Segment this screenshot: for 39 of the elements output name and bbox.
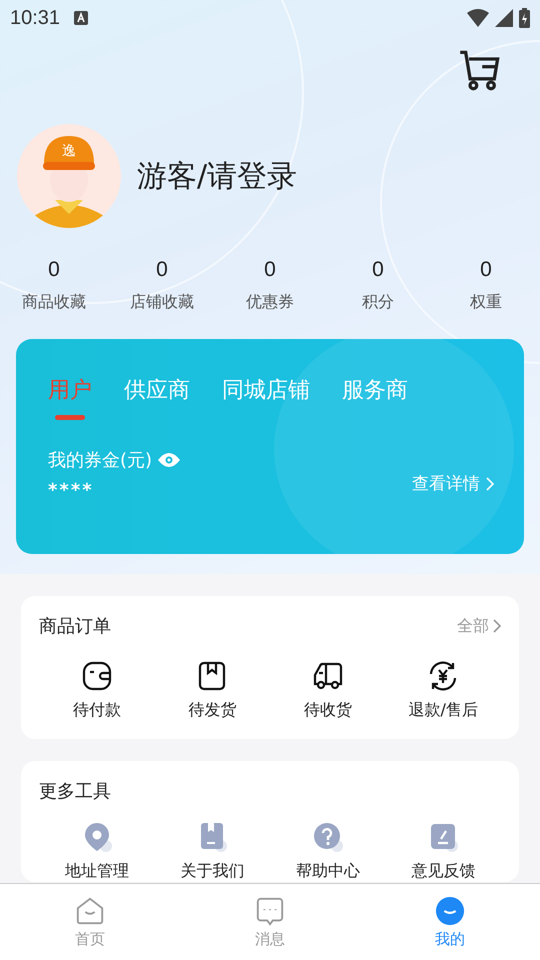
section-title: 更多工具 (39, 780, 111, 803)
smile-icon (435, 896, 465, 926)
order-status-item[interactable]: 退款/售后 (386, 660, 501, 721)
chevron-right-icon (493, 619, 501, 633)
wallet-icon (80, 660, 113, 692)
keyboard-a-icon (74, 11, 88, 25)
chat-bubble-icon (255, 896, 285, 926)
order-status-item[interactable]: 待收货 (270, 660, 386, 721)
battery-icon (519, 8, 530, 28)
chevron-right-icon (486, 476, 494, 490)
stat-value: 0 (480, 258, 492, 282)
stat-label[interactable]: 积分 (362, 292, 394, 313)
signal-icon (495, 9, 513, 27)
truck-icon (312, 660, 344, 692)
stat-label[interactable]: 商品收藏 (22, 292, 86, 313)
stat-label[interactable]: 优惠券 (246, 292, 294, 313)
balance-label: 我的券金(元) (48, 449, 152, 472)
status-time: 10:31 (10, 6, 60, 30)
order-status-item[interactable]: 待发货 (154, 660, 270, 721)
section-title: 商品订单 (39, 615, 111, 638)
cap-label: 逸 (62, 143, 76, 159)
order-status-item[interactable]: 待付款 (39, 660, 154, 721)
cart-icon[interactable] (458, 48, 502, 92)
help-icon (312, 821, 344, 853)
stat-value: 0 (48, 258, 60, 282)
home-icon (75, 896, 105, 926)
nav-tab[interactable]: 我的 (360, 884, 540, 960)
tool-item[interactable]: 意见反馈 (386, 821, 501, 882)
tool-item[interactable]: 地址管理 (39, 821, 154, 882)
stat-label[interactable]: 店铺收藏 (130, 292, 194, 313)
stat-value: 0 (264, 258, 276, 282)
wifi-icon (467, 9, 489, 27)
tool-item[interactable]: 帮助中心 (270, 821, 386, 882)
stat-value: 0 (372, 258, 384, 282)
tool-item[interactable]: 关于我们 (154, 821, 270, 882)
balance-value: **** (48, 480, 95, 501)
stat-label[interactable]: 权重 (470, 292, 502, 313)
stat-value: 0 (156, 258, 168, 282)
login-prompt[interactable]: 游客/请登录 (137, 156, 298, 196)
